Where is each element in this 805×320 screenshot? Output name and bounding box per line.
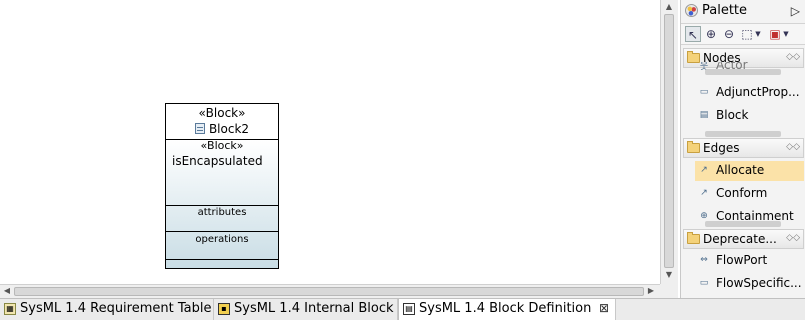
palette-item-label: AdjunctProp... [716, 85, 800, 99]
palette-item-block[interactable]: ▤ Block [695, 106, 804, 126]
block-shape[interactable]: «Block» Block2 «Block» isEncapsulated at… [165, 103, 279, 269]
pin-icon[interactable]: ◇◇ [786, 233, 800, 243]
adjunct-property-icon: ▭ [699, 87, 709, 97]
block-definition-icon: ▤ [403, 303, 415, 315]
pin-icon[interactable]: ◇◇ [786, 52, 800, 62]
folder-icon [687, 232, 700, 244]
palette-toolbar: ↖ ⊕ ⊖ ⬚ ▼ ▣ ▼ [681, 23, 805, 45]
tab-label: SysML 1.4 Block Definition [419, 301, 592, 316]
horizontal-scrollbar[interactable]: ◀ ▶ [0, 284, 660, 298]
palette-title: Palette [702, 3, 748, 18]
compartment-divider [166, 205, 278, 206]
block-stereotype: «Block» [198, 106, 246, 120]
table-icon: ▦ [4, 303, 16, 315]
scroll-indicator[interactable] [705, 221, 781, 227]
scroll-up-arrow-icon[interactable]: ▲ [664, 2, 674, 12]
compartment-divider [166, 259, 278, 260]
drawer-deprecated-label: Deprecate... [703, 232, 777, 246]
folder-icon [687, 141, 700, 153]
block-name-line: Block2 [166, 122, 278, 136]
horizontal-scroll-thumb[interactable] [14, 287, 644, 296]
palette-item-flowport[interactable]: ⇔ FlowPort [695, 251, 804, 271]
diagram-canvas[interactable]: «Block» Block2 «Block» isEncapsulated at… [0, 0, 660, 284]
palette-item-label: Allocate [716, 163, 765, 177]
palette-item-label: Conform [716, 186, 768, 200]
palette-item-containment[interactable]: ⊕ Containment [695, 207, 804, 222]
marquee-tool-icon[interactable]: ⬚ [739, 26, 755, 42]
property-stereotype: «Block» [200, 139, 244, 152]
allocate-icon: ↗ [700, 165, 708, 175]
select-tool-icon[interactable]: ↖ [685, 26, 701, 42]
scroll-left-arrow-icon[interactable]: ◀ [2, 286, 12, 296]
internal-block-icon: ▪ [218, 303, 230, 315]
scroll-indicator[interactable] [705, 69, 781, 75]
palette-item-label: Block [716, 108, 749, 122]
tab-block-definition[interactable]: ▤ SysML 1.4 Block Definition ⊠ [398, 299, 616, 320]
palette-item-conform[interactable]: ↗ Conform [695, 184, 804, 204]
palette-item-adjunct-property[interactable]: ▭ AdjunctProp... [695, 83, 804, 103]
zoom-out-icon[interactable]: ⊖ [721, 26, 737, 42]
attributes-compartment-label: attributes [197, 207, 247, 218]
block-icon [194, 123, 205, 134]
scroll-corner [660, 284, 678, 298]
flowport-icon: ⇔ [700, 255, 708, 265]
drawer-edges[interactable]: Edges ◇◇ [683, 138, 804, 158]
note-tool-icon[interactable]: ▣ [767, 26, 783, 42]
close-tab-icon[interactable]: ⊠ [599, 301, 609, 315]
scroll-right-arrow-icon[interactable]: ▶ [646, 286, 656, 296]
scroll-indicator[interactable] [705, 131, 781, 137]
conform-icon: ↗ [700, 188, 708, 198]
block-name[interactable]: Block2 [209, 122, 249, 136]
editor-tab-bar: ▦ SysML 1.4 Requirement Table ▪ SysML 1.… [0, 298, 805, 320]
palette-item-flowspecification[interactable]: ▭ FlowSpecific... [695, 274, 804, 294]
drawer-deprecated[interactable]: Deprecate... ◇◇ [683, 229, 804, 249]
palette-panel: Palette ▷ ↖ ⊕ ⊖ ⬚ ▼ ▣ ▼ Nodes ◇◇ 웃 Actor… [680, 0, 805, 298]
property-label[interactable]: isEncapsulated [172, 154, 263, 168]
tab-label: SysML 1.4 Requirement Table [20, 301, 212, 316]
marquee-dropdown-icon[interactable]: ▼ [754, 26, 762, 42]
palette-collapse-icon[interactable]: ▷ [791, 4, 800, 18]
tab-label: SysML 1.4 Internal Block [234, 301, 394, 316]
zoom-in-icon[interactable]: ⊕ [703, 26, 719, 42]
scroll-down-arrow-icon[interactable]: ▼ [664, 270, 674, 280]
palette-header[interactable]: Palette ▷ [681, 0, 805, 22]
pin-icon[interactable]: ◇◇ [786, 142, 800, 152]
palette-item-label: FlowPort [716, 253, 768, 267]
note-dropdown-icon[interactable]: ▼ [782, 26, 790, 42]
operations-compartment-label: operations [195, 234, 249, 245]
vertical-scrollbar[interactable]: ▲ ▼ [660, 0, 678, 284]
tab-requirement-table[interactable]: ▦ SysML 1.4 Requirement Table [0, 299, 214, 320]
tab-internal-block[interactable]: ▪ SysML 1.4 Internal Block [214, 299, 398, 320]
drawer-edges-label: Edges [703, 141, 740, 155]
block-header: «Block» Block2 [166, 104, 278, 140]
compartment-divider [166, 231, 278, 232]
block-icon: ▤ [699, 110, 709, 120]
palette-item-label: FlowSpecific... [716, 276, 802, 290]
palette-icon [685, 4, 698, 17]
vertical-scroll-thumb[interactable] [664, 14, 674, 268]
flowspecification-icon: ▭ [699, 278, 709, 288]
palette-item-allocate[interactable]: ↗ Allocate [695, 161, 804, 181]
